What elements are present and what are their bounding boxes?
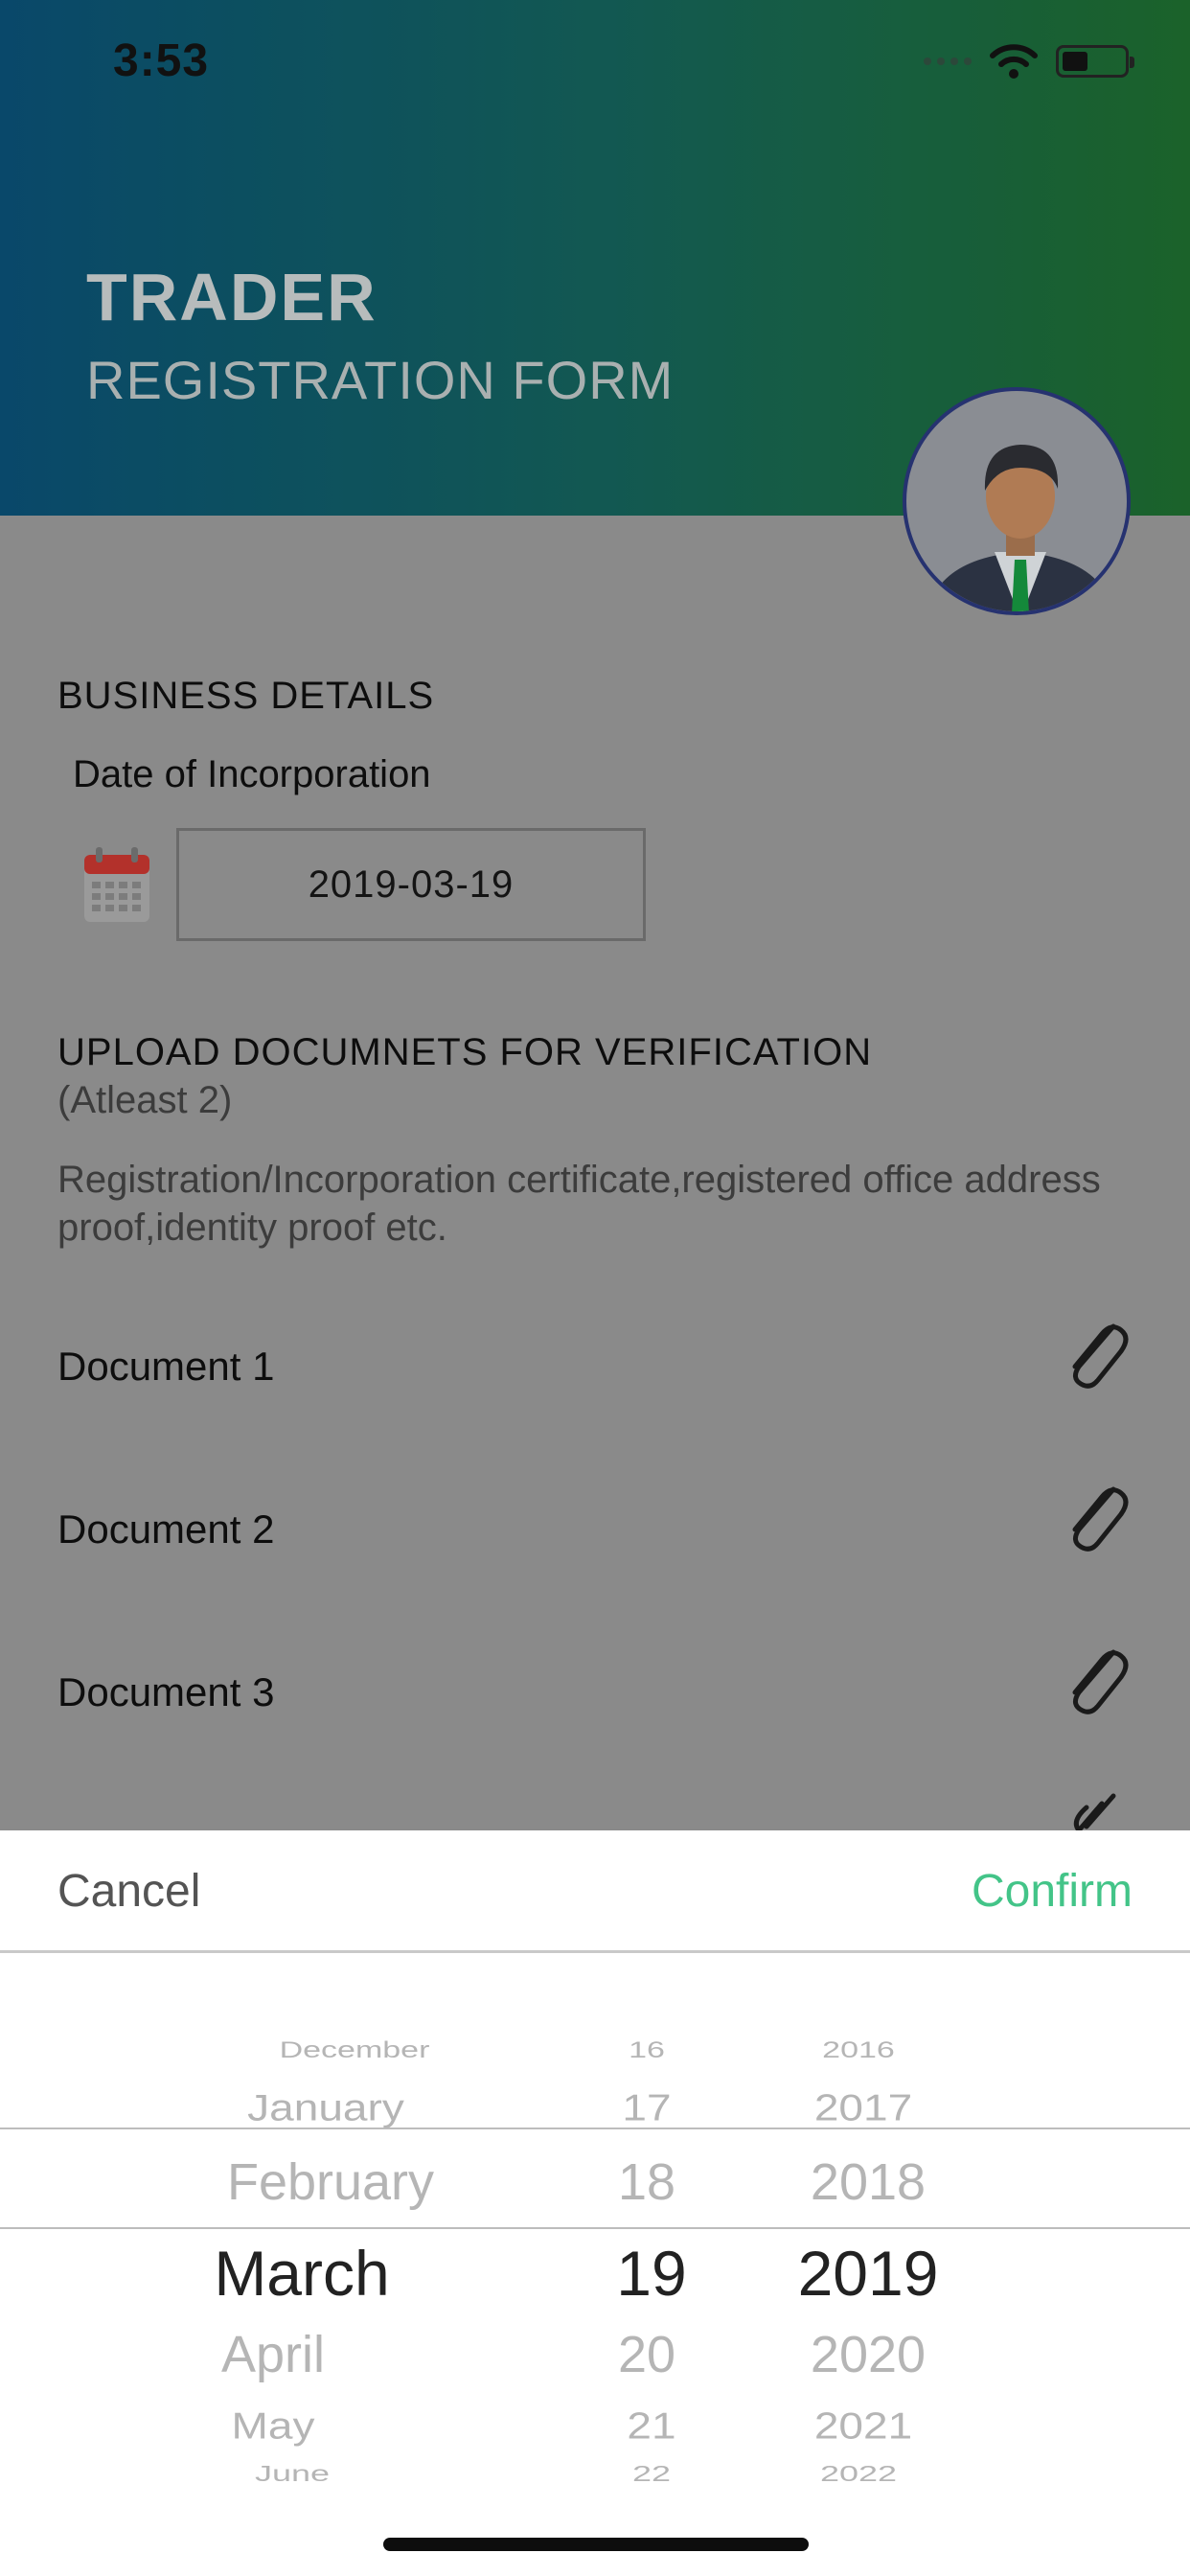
document-label: Document 2 bbox=[57, 1506, 275, 1552]
picker-day: 16 bbox=[629, 2036, 665, 2063]
date-input[interactable]: 2019-03-19 bbox=[176, 828, 646, 941]
document-label: Document 3 bbox=[57, 1669, 275, 1714]
wifi-icon bbox=[990, 44, 1038, 79]
selection-line-bottom bbox=[0, 2227, 1190, 2229]
cancel-button[interactable]: Cancel bbox=[57, 1865, 200, 1918]
upload-subtitle: (Atleast 2) bbox=[57, 1079, 233, 1121]
upload-description: Registration/Incorporation certificate,r… bbox=[57, 1159, 1101, 1249]
picker-day-selected: 19 bbox=[616, 2238, 687, 2309]
signal-icon bbox=[924, 58, 972, 65]
paperclip-icon[interactable] bbox=[1058, 1782, 1133, 1830]
picker-month: January bbox=[247, 2085, 404, 2129]
picker-year: 2020 bbox=[810, 2326, 927, 2383]
picker-month: May bbox=[231, 2404, 315, 2448]
paperclip-icon[interactable] bbox=[1058, 1313, 1133, 1393]
picker-toolbar: Cancel Confirm bbox=[0, 1830, 1190, 1953]
picker-year: 2016 bbox=[822, 2036, 895, 2063]
business-section-title: BUSINESS DETAILS bbox=[57, 675, 435, 717]
calendar-icon[interactable] bbox=[82, 843, 151, 924]
picker-year: 2022 bbox=[819, 2460, 898, 2486]
upload-section-title: UPLOAD DOCUMNETS FOR VERIFICATION bbox=[57, 1031, 873, 1073]
picker-month: April bbox=[220, 2326, 326, 2383]
picker-day: 18 bbox=[617, 2153, 676, 2211]
picker-month-selected: March bbox=[214, 2238, 390, 2309]
paperclip-icon[interactable] bbox=[1058, 1476, 1133, 1556]
picker-month: December bbox=[279, 2036, 430, 2063]
home-indicator[interactable] bbox=[383, 2538, 809, 2551]
picker-year: 2017 bbox=[813, 2085, 913, 2129]
confirm-button[interactable]: Confirm bbox=[972, 1865, 1133, 1918]
paperclip-icon[interactable] bbox=[1058, 1639, 1133, 1719]
picker-day: 20 bbox=[617, 2326, 676, 2383]
picker-month: February bbox=[226, 2153, 435, 2211]
document-row-3[interactable]: Document 3 bbox=[0, 1639, 1190, 1754]
status-icons bbox=[924, 42, 1134, 80]
page-subtitle: REGISTRATION FORM bbox=[86, 350, 675, 410]
picker-day: 22 bbox=[631, 2460, 672, 2486]
status-time: 3:53 bbox=[113, 35, 210, 86]
document-label: Document 1 bbox=[57, 1344, 275, 1389]
picker-year: 2018 bbox=[810, 2153, 927, 2211]
date-picker-sheet: Cancel Confirm December January February… bbox=[0, 1830, 1190, 2576]
picker-year: 2021 bbox=[813, 2404, 913, 2448]
picker-day: 21 bbox=[627, 2404, 676, 2448]
battery-icon bbox=[1056, 45, 1134, 78]
document-row-1[interactable]: Document 1 bbox=[0, 1313, 1190, 1428]
avatar-icon bbox=[927, 445, 1114, 611]
picker-year-selected: 2019 bbox=[797, 2238, 939, 2309]
avatar[interactable] bbox=[903, 387, 1131, 615]
picker-day: 17 bbox=[622, 2085, 672, 2129]
date-picker-wheels[interactable]: December January February March April Ma… bbox=[0, 2009, 1190, 2526]
picker-month: June bbox=[254, 2460, 331, 2486]
date-label: Date of Incorporation bbox=[73, 753, 431, 795]
document-row-2[interactable]: Document 2 bbox=[0, 1476, 1190, 1591]
page-title: TRADER bbox=[86, 260, 378, 334]
